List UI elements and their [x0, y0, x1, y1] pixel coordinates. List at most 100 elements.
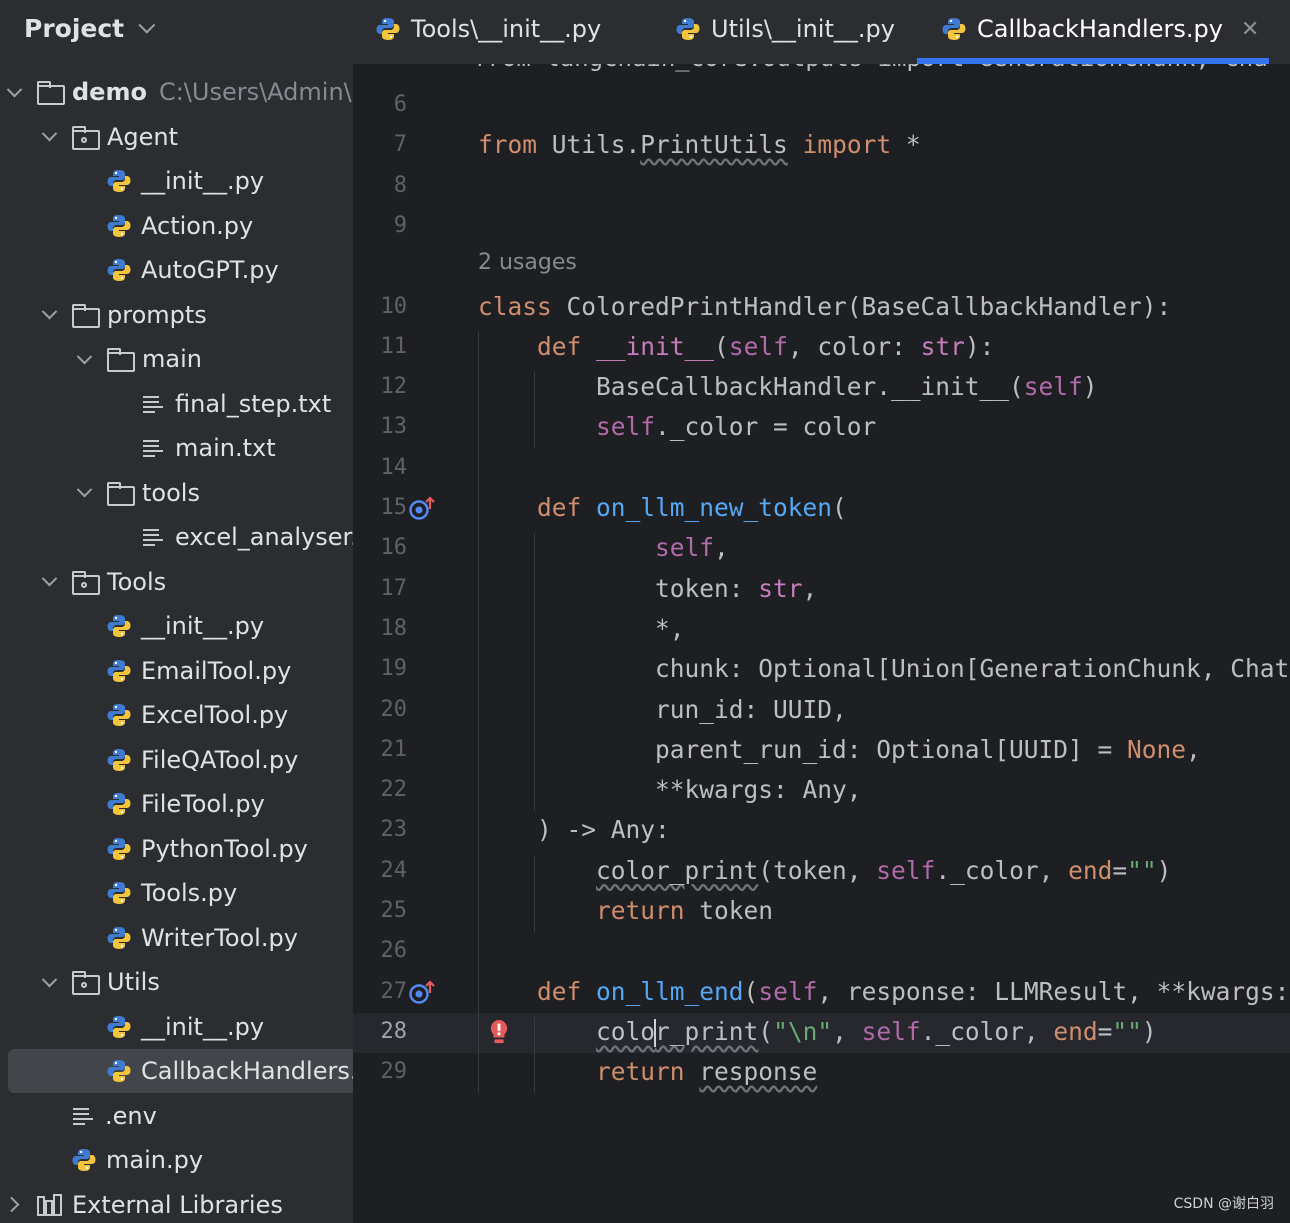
tree-file-row[interactable]: CallbackHandlers.p [8, 1049, 353, 1093]
tree-file-row[interactable]: EmailTool.py [0, 649, 353, 693]
chevron-right-icon[interactable] [4, 1195, 24, 1215]
code-line[interactable]: def on_llm_end(self, response: LLMResult… [478, 977, 1290, 1006]
code-token: = [1112, 855, 1128, 885]
line-number: 19 [380, 656, 408, 682]
tree-item-label: PythonTool.py [141, 834, 308, 863]
code-token: None [1127, 734, 1187, 764]
tree-item-label: tools [142, 478, 200, 507]
python-file-icon [107, 882, 131, 904]
code-token: ): [964, 331, 995, 361]
tree-file-row[interactable]: PythonTool.py [0, 827, 353, 871]
code-line[interactable]: from Utils.PrintUtils import * [478, 130, 921, 159]
tree-item-label: External Libraries [72, 1190, 283, 1219]
chevron-down-icon[interactable] [39, 572, 59, 592]
code-token: on_llm_new_token [596, 493, 833, 522]
line-number: 15 [380, 495, 408, 520]
code-editor[interactable]: from langchain_core.outputs import Gener… [353, 64, 1290, 1223]
editor-tab[interactable]: Tools\__init__.py [375, 0, 601, 58]
tree-file-row[interactable]: __init__.py [0, 1005, 353, 1049]
tree-folder-row[interactable]: Agent [0, 115, 353, 159]
tree-item-label: EmailTool.py [141, 656, 292, 685]
tree-item-label: excel_analyser.t [175, 523, 353, 551]
chevron-down-icon[interactable] [74, 349, 94, 369]
usages-hint[interactable]: 2 usages [478, 250, 577, 275]
code-line[interactable]: color_print("\n", self._color, end="") [478, 1017, 1157, 1047]
tree-item-label: CallbackHandlers.p [141, 1057, 353, 1085]
tree-folder-row[interactable]: Utils [0, 960, 353, 1004]
tree-file-row[interactable]: __init__.py [0, 159, 353, 203]
python-file-icon [107, 1060, 131, 1082]
tree-file-row[interactable]: .env [0, 1094, 353, 1138]
code-token: import [802, 130, 892, 160]
tree-file-row[interactable]: final_step.txt [0, 382, 353, 426]
tree-folder-row[interactable]: Tools [0, 560, 353, 604]
tree-item-label: main.txt [175, 434, 276, 462]
code-line[interactable]: *, [478, 614, 685, 643]
code-token: end [1068, 855, 1113, 885]
line-number: 24 [380, 857, 408, 883]
code-line[interactable]: ) -> Any: [478, 815, 670, 844]
code-token: self [728, 331, 788, 361]
code-line[interactable]: def on_llm_new_token( [478, 493, 847, 522]
tree-folder-row[interactable]: prompts [0, 293, 353, 337]
python-file-icon [72, 1149, 96, 1171]
python-file-icon [107, 793, 131, 815]
code-token: str [920, 331, 965, 361]
code-line[interactable]: self, [478, 533, 729, 562]
code-line[interactable]: return response [478, 1057, 817, 1086]
code-token: def [537, 493, 597, 522]
chevron-down-icon[interactable] [74, 483, 94, 503]
code-line[interactable]: BaseCallbackHandler.__init__(self) [478, 372, 1098, 401]
editor-tab[interactable]: Utils\__init__.py [675, 0, 895, 58]
code-line[interactable]: self._color = color [478, 412, 876, 441]
chevron-down-icon[interactable] [39, 127, 59, 147]
code-token: return [596, 1057, 700, 1087]
code-token: ._color, [935, 855, 1069, 885]
line-number: 12 [380, 374, 408, 400]
chevron-down-icon[interactable] [39, 972, 59, 992]
override-method-icon[interactable] [408, 979, 436, 1007]
chevron-down-icon[interactable] [39, 305, 59, 325]
code-line[interactable]: token: str, [478, 574, 817, 603]
project-view-selector[interactable]: Project [24, 12, 156, 44]
code-token: str [758, 573, 803, 603]
tree-file-row[interactable]: ExcelTool.py [0, 693, 353, 737]
tree-file-row[interactable]: FileQATool.py [0, 738, 353, 782]
editor-tab[interactable]: CallbackHandlers.py ✕ [917, 0, 1270, 64]
tree-file-row[interactable]: AutoGPT.py [0, 248, 353, 292]
line-number: 23 [380, 817, 408, 843]
tree-folder-row[interactable]: demo C:\Users\Admin\D [0, 70, 353, 114]
tree-file-row[interactable]: Tools.py [0, 871, 353, 915]
tree-file-row[interactable]: FileTool.py [0, 782, 353, 826]
close-icon[interactable]: ✕ [1241, 17, 1259, 42]
code-token: PrintUtils [640, 130, 788, 160]
tree-file-row[interactable]: excel_analyser.t [0, 515, 353, 559]
code-token: token: [478, 573, 759, 603]
python-file-icon [107, 926, 131, 949]
tree-file-row[interactable]: main.py [0, 1138, 353, 1182]
tree-folder-row[interactable]: External Libraries [0, 1183, 353, 1223]
code-line[interactable]: chunk: Optional[Union[GenerationChunk, C… [478, 654, 1290, 683]
tree-file-row[interactable]: WriterTool.py [0, 916, 353, 960]
tree-file-row[interactable]: Action.py [0, 204, 353, 248]
tree-file-row[interactable]: main.txt [0, 426, 353, 470]
line-number: 6 [393, 92, 407, 117]
partial-code-line: from langchain_core.outputs import Gener… [473, 64, 1268, 72]
code-line[interactable]: color_print(token, self._color, end="") [478, 856, 1171, 885]
code-line[interactable]: parent_run_id: Optional[UUID] = None, [478, 735, 1201, 764]
code-line[interactable]: **kwargs: Any, [478, 775, 862, 804]
line-number: 8 [393, 172, 407, 198]
error-bulb-icon[interactable] [487, 1017, 511, 1047]
code-token: __init__ [596, 331, 715, 361]
tree-folder-row[interactable]: tools [0, 471, 353, 515]
chevron-down-icon[interactable] [4, 82, 24, 102]
override-method-icon[interactable] [408, 495, 436, 523]
code-line[interactable]: return token [478, 896, 773, 925]
line-number: 18 [380, 615, 408, 641]
tree-folder-row[interactable]: main [0, 337, 353, 381]
code-line[interactable]: class ColoredPrintHandler(BaseCallbackHa… [478, 292, 1171, 321]
tree-file-row[interactable]: __init__.py [0, 604, 353, 648]
code-line[interactable]: def __init__(self, color: str): [478, 332, 994, 361]
